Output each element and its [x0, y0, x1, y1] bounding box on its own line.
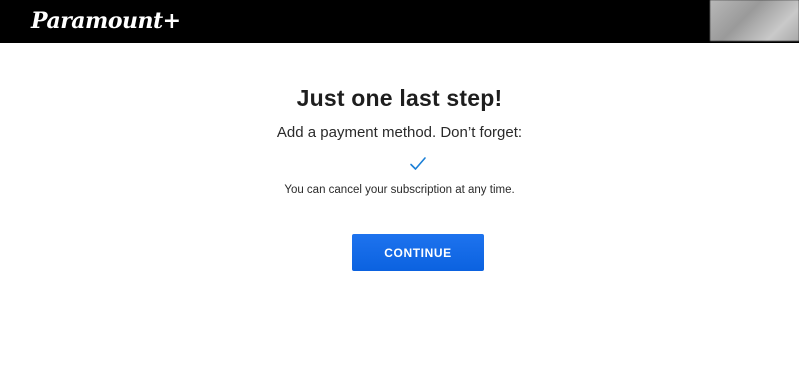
- continue-button[interactable]: CONTINUE: [352, 234, 484, 271]
- paramount-plus-logo[interactable]: Paramount+: [31, 6, 181, 36]
- checkmark-icon: [410, 157, 426, 170]
- payment-prompt-panel: Just one last step! Add a payment method…: [0, 43, 799, 380]
- page-title: Just one last step!: [296, 85, 503, 111]
- payment-subtitle: Add a payment method. Don’t forget:: [276, 124, 523, 141]
- top-navigation-bar: Paramount+: [0, 0, 799, 43]
- cancel-anytime-note: You can cancel your subscription at any …: [284, 184, 515, 196]
- profile-thumbnail[interactable]: [710, 0, 799, 41]
